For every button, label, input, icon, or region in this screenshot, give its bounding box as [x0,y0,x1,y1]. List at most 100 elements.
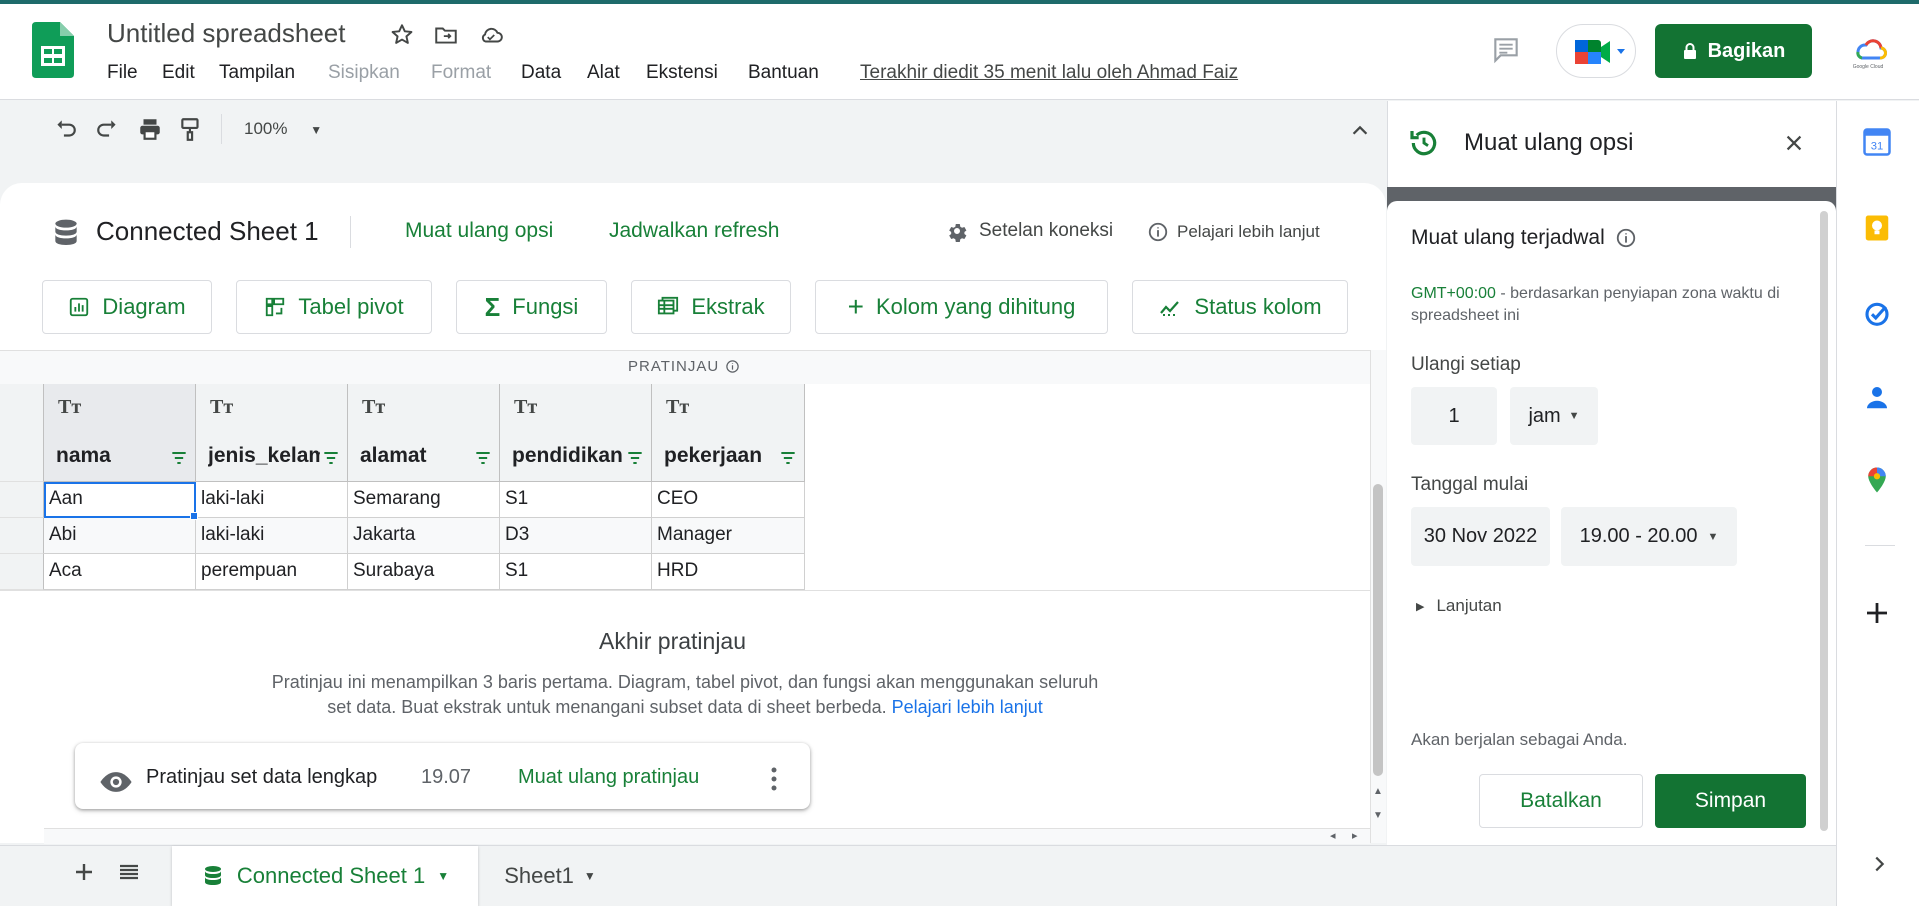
table-cell[interactable]: CEO [652,482,805,518]
panel-scrollbar[interactable] [1820,211,1828,831]
info-icon[interactable] [1615,227,1637,249]
cancel-button[interactable]: Batalkan [1479,774,1643,828]
table-cell[interactable]: Aca [44,554,196,590]
tab-sheet1[interactable]: Sheet1 ▼ [482,846,618,906]
print-icon[interactable] [137,116,163,142]
repeat-number-input[interactable]: 1 [1411,387,1497,445]
column-header-pendidikan[interactable]: Tт pendidikan [500,384,652,482]
table-cell[interactable]: Surabaya [348,554,500,590]
repeat-unit-select[interactable]: jam ▼ [1510,387,1598,445]
column-header-jenis-kelamin[interactable]: Tт jenis_kelamin [196,384,348,482]
menu-extensions[interactable]: Ekstensi [646,62,718,84]
table-cell[interactable]: S1 [500,554,652,590]
scroll-right-icon[interactable]: ▸ [1352,829,1358,842]
menu-file[interactable]: File [107,62,138,84]
menu-tools[interactable]: Alat [587,62,620,84]
expand-rail-icon[interactable] [1868,853,1890,875]
google-cloud-logo[interactable]: Google Cloud [1848,30,1888,70]
menu-insert[interactable]: Sisipkan [328,62,400,84]
table-cell[interactable]: Jakarta [348,518,500,554]
column-header-nama[interactable]: Tт nama [44,384,196,482]
tab-label: Connected Sheet 1 [236,863,426,888]
sheets-logo-icon[interactable] [32,22,74,78]
row-header[interactable] [0,554,44,590]
column-stats-button[interactable]: Status kolom [1132,280,1348,334]
undo-icon[interactable] [52,116,78,142]
connection-settings-label: Setelan koneksi [979,220,1114,241]
move-folder-icon[interactable] [433,22,459,48]
document-title[interactable]: Untitled spreadsheet [107,18,345,49]
contacts-icon[interactable] [1862,382,1892,412]
add-icon[interactable] [1862,598,1892,628]
table-cell[interactable]: D3 [500,518,652,554]
start-time-select[interactable]: 19.00 - 20.00 ▼ [1561,507,1737,566]
maps-icon[interactable] [1862,465,1892,495]
function-button[interactable]: Σ Fungsi [456,280,607,334]
scroll-left-icon[interactable]: ◂ [1330,829,1336,842]
redo-icon[interactable] [95,116,121,142]
all-sheets-icon[interactable] [117,860,141,884]
pivot-table-button[interactable]: Tabel pivot [236,280,432,334]
chevron-up-icon[interactable] [1349,120,1371,142]
schedule-refresh-link[interactable]: Jadwalkan refresh [609,219,779,243]
tab-connected-sheet-1[interactable]: Connected Sheet 1 ▼ [172,846,478,906]
table-cell[interactable]: laki-laki [196,482,348,518]
table-cell[interactable]: S1 [500,482,652,518]
horizontal-scrollbar[interactable] [44,828,1370,844]
calculated-column-button[interactable]: + Kolom yang dihitung [815,280,1108,334]
chevron-down-icon[interactable]: ▼ [584,869,596,883]
table-cell[interactable]: laki-laki [196,518,348,554]
tasks-icon[interactable] [1862,298,1892,328]
extract-button[interactable]: Ekstrak [631,280,791,334]
table-cell[interactable]: Aan [44,482,196,518]
calendar-icon[interactable]: 31 [1862,127,1892,157]
keep-icon[interactable] [1862,213,1892,243]
scroll-up-icon[interactable]: ▲ [1373,786,1383,797]
zoom-select[interactable]: 100% ▼ [244,119,322,139]
share-button[interactable]: Bagikan [1655,24,1812,78]
filter-icon[interactable] [778,448,798,468]
filter-icon[interactable] [473,448,493,468]
reload-preview-button[interactable]: Muat ulang pratinjau [518,766,699,789]
table-cell[interactable]: Abi [44,518,196,554]
table-cell[interactable]: Semarang [348,482,500,518]
paint-format-icon[interactable] [178,116,204,142]
row-header[interactable] [0,482,44,518]
more-vert-icon[interactable] [770,766,778,792]
table-cell[interactable]: HRD [652,554,805,590]
start-date-picker[interactable]: 30 Nov 2022 [1411,507,1550,566]
scheduled-reload-label: Muat ulang terjadwal [1411,226,1605,249]
row-header[interactable] [0,518,44,554]
menu-format[interactable]: Format [431,62,491,84]
column-header-pekerjaan[interactable]: Tт pekerjaan [652,384,805,482]
star-icon[interactable] [389,22,415,48]
column-header-alamat[interactable]: Tт alamat [348,384,500,482]
scroll-down-icon[interactable]: ▼ [1373,810,1383,821]
comment-history-icon[interactable] [1490,34,1522,66]
connection-settings-button[interactable]: Setelan koneksi [945,219,1113,243]
learn-more-link[interactable]: Pelajari lebih lanjut [1147,221,1320,243]
chart-button[interactable]: Diagram [42,280,212,334]
table-cell[interactable]: perempuan [196,554,348,590]
menu-help[interactable]: Bantuan [748,62,819,84]
save-button[interactable]: Simpan [1655,774,1806,828]
chevron-down-icon[interactable]: ▼ [437,869,449,883]
advanced-toggle[interactable]: ▶ Lanjutan [1416,596,1502,616]
menu-data[interactable]: Data [521,62,561,84]
filter-icon[interactable] [169,448,189,468]
add-sheet-icon[interactable] [72,860,96,884]
filter-icon[interactable] [625,448,645,468]
learn-more-inline-link[interactable]: Pelajari lebih lanjut [892,697,1043,717]
fill-handle[interactable] [190,512,198,520]
last-edit-link[interactable]: Terakhir diedit 35 menit lalu oleh Ahmad… [860,62,1238,84]
filter-icon[interactable] [321,448,341,468]
cloud-status-icon[interactable] [478,22,504,48]
menu-view[interactable]: Tampilan [219,62,295,84]
reload-options-link[interactable]: Muat ulang opsi [405,219,553,243]
table-cell[interactable]: Manager [652,518,805,554]
scrollbar-thumb[interactable] [1373,484,1383,776]
close-icon[interactable] [1783,132,1805,154]
menu-edit[interactable]: Edit [162,62,195,84]
meet-button[interactable] [1556,24,1636,78]
corner-header[interactable] [0,384,44,482]
